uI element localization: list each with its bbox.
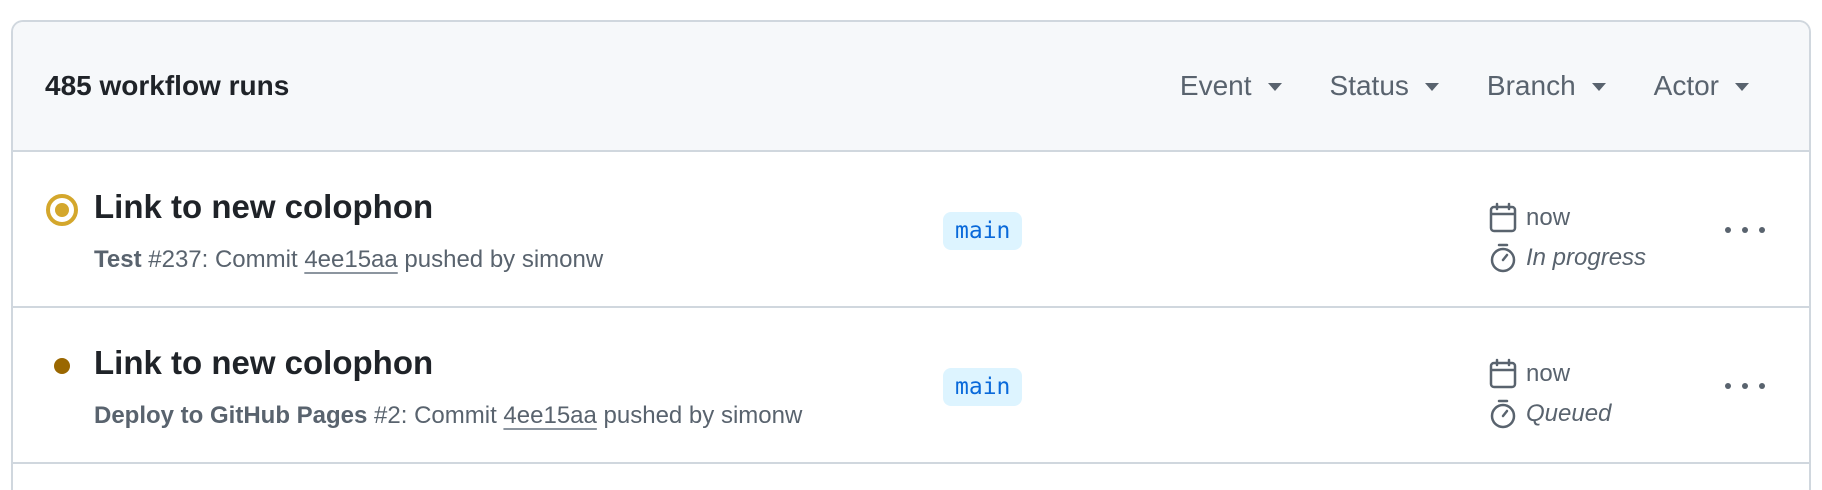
- caret-down-icon: [1735, 83, 1749, 91]
- caret-down-icon: [1267, 83, 1282, 91]
- commit-sha-link[interactable]: 4ee15aa: [304, 246, 397, 273]
- run-state: Queued: [1526, 400, 1612, 427]
- filter-bar: Event Status Branch Actor: [1180, 70, 1749, 102]
- workflow-runs-panel: 485 workflow runs Event Status Branch Ac…: [11, 20, 1811, 490]
- commit-sha-link[interactable]: 4ee15aa: [503, 402, 596, 429]
- run-number: #237: [148, 246, 202, 273]
- queued-status-icon: [46, 350, 78, 382]
- commit-prefix: : Commit: [400, 402, 504, 429]
- in-progress-status-icon: [46, 194, 78, 226]
- runs-header: 485 workflow runs Event Status Branch Ac…: [13, 22, 1809, 152]
- workflow-run-row[interactable]: Link to new colophon Test #237: Commit 4…: [13, 152, 1809, 308]
- run-time: now: [1526, 360, 1571, 387]
- calendar-icon: [1489, 358, 1517, 389]
- event-filter-label: Event: [1179, 70, 1252, 101]
- pushed-by: pushed by simonw: [397, 246, 604, 273]
- run-meta: Test #237: Commit 4ee15aa pushed by simo…: [94, 246, 603, 274]
- run-time: now: [1526, 204, 1571, 231]
- event-filter[interactable]: Event: [1180, 70, 1282, 102]
- run-number: #2: [374, 402, 401, 429]
- commit-prefix: : Commit: [201, 246, 305, 273]
- more-options-icon[interactable]: [1725, 370, 1765, 402]
- workflow-run-row[interactable]: Link to new colophon Deploy to GitHub Pa…: [13, 308, 1809, 464]
- run-title-link[interactable]: Link to new colophon: [94, 344, 433, 382]
- branch-filter[interactable]: Branch: [1487, 70, 1606, 102]
- run-state: In progress: [1526, 244, 1647, 271]
- run-timing: now In progress: [1488, 198, 1646, 278]
- actor-filter-label: Actor: [1653, 70, 1719, 101]
- caret-down-icon: [1424, 83, 1439, 91]
- branch-label[interactable]: main: [943, 212, 1023, 250]
- status-filter-label: Status: [1329, 70, 1409, 101]
- pushed-by: pushed by simonw: [596, 402, 803, 429]
- run-count: 485 workflow runs: [45, 70, 290, 101]
- workflow-name: Deploy to GitHub Pages: [94, 402, 368, 429]
- stopwatch-icon: [1490, 243, 1516, 273]
- branch-label[interactable]: main: [943, 368, 1023, 406]
- more-options-icon[interactable]: [1725, 214, 1765, 246]
- stopwatch-icon: [1490, 399, 1516, 429]
- workflow-name: Test: [94, 246, 142, 273]
- run-timing: now Queued: [1488, 354, 1611, 434]
- caret-down-icon: [1591, 83, 1606, 91]
- actor-filter[interactable]: Actor: [1654, 70, 1749, 102]
- calendar-icon: [1489, 202, 1517, 233]
- status-filter[interactable]: Status: [1330, 70, 1439, 102]
- run-title-link[interactable]: Link to new colophon: [94, 188, 433, 226]
- run-meta: Deploy to GitHub Pages #2: Commit 4ee15a…: [94, 402, 802, 430]
- branch-filter-label: Branch: [1486, 70, 1576, 101]
